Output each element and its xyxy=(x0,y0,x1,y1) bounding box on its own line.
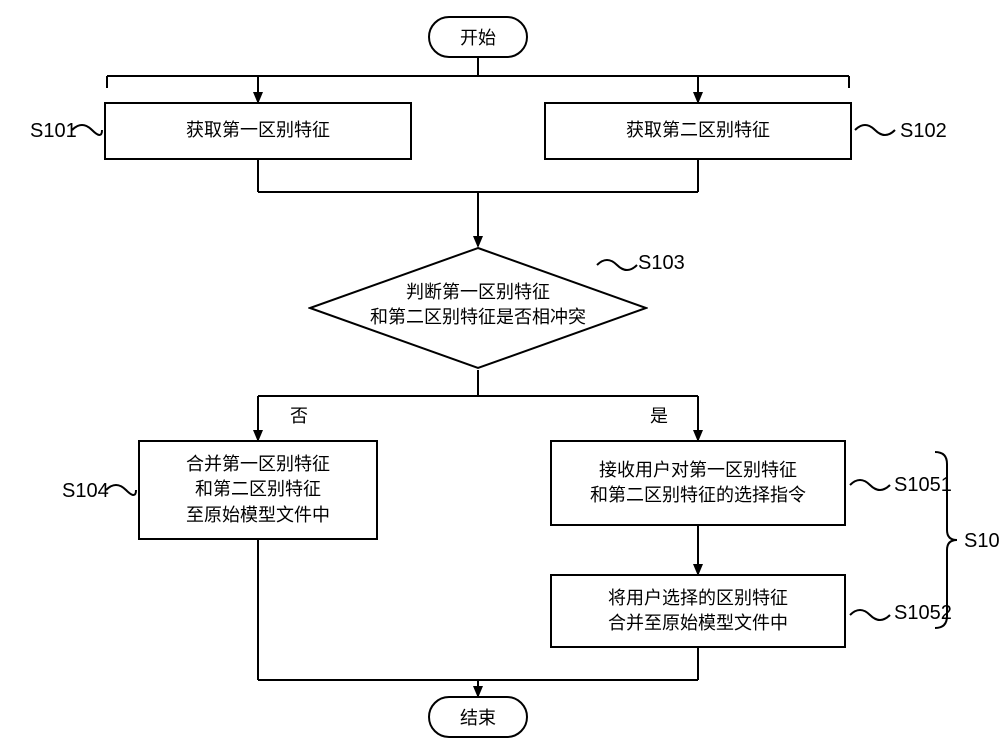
label-s104: S104 xyxy=(62,480,109,503)
terminator-start: 开始 xyxy=(428,16,528,58)
s1052-line2: 合并至原始模型文件中 xyxy=(608,611,788,636)
s104-line2: 和第二区别特征 xyxy=(195,477,321,502)
end-label: 结束 xyxy=(460,704,496,730)
s104-line3: 至原始模型文件中 xyxy=(186,503,330,528)
decision-s103: 判断第一区别特征 和第二区别特征是否相冲突 xyxy=(308,246,648,370)
terminator-end: 结束 xyxy=(428,696,528,738)
label-s105: S105 xyxy=(964,530,1000,553)
s103-line2: 和第二区别特征是否相冲突 xyxy=(308,305,648,330)
s1051-line1: 接收用户对第一区别特征 xyxy=(599,458,797,483)
s1052-line1: 将用户选择的区别特征 xyxy=(608,586,788,611)
s104-line1: 合并第一区别特征 xyxy=(186,452,330,477)
process-s101: 获取第一区别特征 xyxy=(104,102,412,160)
s102-text: 获取第二区别特征 xyxy=(626,118,770,143)
flowchart-canvas: 开始 获取第一区别特征 S101 获取第二区别特征 S102 判断第一区别特征 … xyxy=(0,0,1000,746)
s1051-line2: 和第二区别特征的选择指令 xyxy=(590,483,806,508)
process-s1051: 接收用户对第一区别特征 和第二区别特征的选择指令 xyxy=(550,440,846,526)
start-label: 开始 xyxy=(460,24,496,50)
s103-line1: 判断第一区别特征 xyxy=(308,280,648,305)
label-s103: S103 xyxy=(638,252,685,275)
process-s1052: 将用户选择的区别特征 合并至原始模型文件中 xyxy=(550,574,846,648)
label-s101: S101 xyxy=(30,120,77,143)
branch-no-label: 否 xyxy=(290,402,308,428)
branch-yes-label: 是 xyxy=(650,402,668,428)
label-s1051: S1051 xyxy=(894,474,952,497)
label-s102: S102 xyxy=(900,120,947,143)
s101-text: 获取第一区别特征 xyxy=(186,118,330,143)
process-s102: 获取第二区别特征 xyxy=(544,102,852,160)
process-s104: 合并第一区别特征 和第二区别特征 至原始模型文件中 xyxy=(138,440,378,540)
label-s1052: S1052 xyxy=(894,602,952,625)
